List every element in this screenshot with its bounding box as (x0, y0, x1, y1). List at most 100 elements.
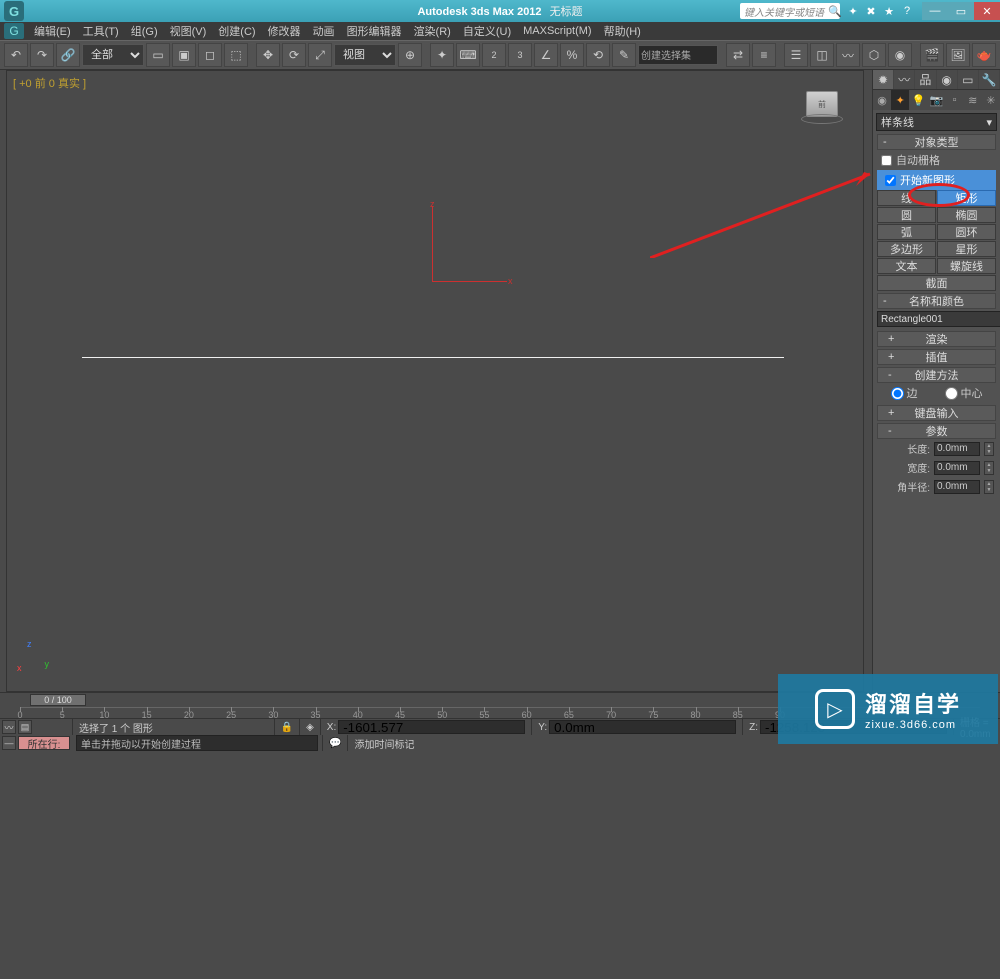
link-button[interactable]: 🔗 (56, 43, 80, 67)
mirror-button[interactable]: ⇄ (726, 43, 750, 67)
rollout-name-color[interactable]: -名称和颜色 (877, 293, 996, 309)
favorite-icon[interactable]: ★ (881, 3, 897, 19)
display-tab-icon[interactable]: ▭ (958, 70, 979, 89)
menu-graph-editors[interactable]: 图形编辑器 (343, 23, 406, 39)
select-object-button[interactable]: ▭ (146, 43, 170, 67)
render-setup-button[interactable]: 🎬 (920, 43, 944, 67)
rollout-object-type[interactable]: -对象类型 (877, 134, 996, 150)
edit-named-sel-button[interactable]: ✎ (612, 43, 636, 67)
select-by-name-button165[interactable]: ▣ (172, 43, 196, 67)
close-button[interactable]: ✕ (974, 2, 1000, 20)
spacewarps-icon[interactable]: ≋ (964, 90, 982, 110)
hierarchy-tab-icon[interactable]: 品 (915, 70, 936, 89)
method-edge-radio[interactable]: 边 (891, 385, 918, 401)
menu-modifiers[interactable]: 修改器 (264, 23, 305, 39)
exchange-icon[interactable]: ✖ (863, 3, 879, 19)
ngon-button[interactable]: 多边形 (877, 241, 936, 257)
viewcube-ring[interactable] (801, 114, 843, 124)
corner-radius-spinner[interactable] (934, 480, 980, 494)
app-logo-icon[interactable]: G (4, 1, 24, 21)
rollout-parameters[interactable]: -参数 (877, 423, 996, 439)
corner-radius-spinner-arrows[interactable]: ▲▼ (984, 480, 994, 494)
menu-group[interactable]: 组(G) (127, 23, 162, 39)
undo-button[interactable]: ↶ (4, 43, 28, 67)
schematic-view-button[interactable]: ⬡ (862, 43, 886, 67)
named-selection-input[interactable]: 创建选择集 (638, 45, 718, 65)
material-editor-button[interactable]: ◉ (888, 43, 912, 67)
coord-x-input[interactable] (338, 720, 525, 734)
rendered-frame-button[interactable]: 🖼 (946, 43, 970, 67)
helix-button[interactable]: 螺旋线 (937, 258, 996, 274)
macro-rec-icon[interactable]: ▤ (18, 720, 32, 734)
minimize-button[interactable]: — (922, 2, 948, 20)
rollout-render[interactable]: +渲染 (877, 331, 996, 347)
window-crossing-button[interactable]: ⬚ (224, 43, 248, 67)
graphite-button[interactable]: ◫ (810, 43, 834, 67)
create-tab-icon[interactable]: ✹ (873, 70, 894, 89)
percent-snap-button[interactable]: % (560, 43, 584, 67)
rollout-creation-method[interactable]: -创建方法 (877, 367, 996, 383)
select-rotate-button[interactable]: ⟳ (282, 43, 306, 67)
section-button[interactable]: 截面 (877, 275, 996, 291)
menu-customize[interactable]: 自定义(U) (459, 23, 515, 39)
utilities-tab-icon[interactable]: 🔧 (979, 70, 1000, 89)
ref-coord-dropdown[interactable]: 视图 (334, 44, 396, 66)
menu-tools[interactable]: 工具(T) (79, 23, 123, 39)
redo-button[interactable]: ↷ (30, 43, 54, 67)
align-button[interactable]: ≡ (752, 43, 776, 67)
menu-animation[interactable]: 动画 (309, 23, 339, 39)
start-new-shape-checkbox[interactable] (885, 175, 896, 186)
systems-icon[interactable]: ✳ (982, 90, 1000, 110)
lock-selection-icon[interactable]: 🔒 (281, 722, 293, 733)
isolate-icon[interactable]: ◈ (306, 722, 314, 733)
shape-category-dropdown[interactable]: 样条线▾ (876, 113, 997, 131)
cameras-icon[interactable]: 📷 (927, 90, 945, 110)
donut-button[interactable]: 圆环 (937, 224, 996, 240)
add-time-tag[interactable]: 添加时间标记 (354, 736, 414, 751)
motion-tab-icon[interactable]: ◉ (937, 70, 958, 89)
keyboard-shortcut-button[interactable]: ⌨ (456, 43, 480, 67)
menu-maxscript[interactable]: MAXScript(M) (519, 25, 595, 37)
select-move-button[interactable]: ✥ (256, 43, 280, 67)
maxscript-mini-listener-icon[interactable]: 〰 (2, 720, 16, 734)
viewport[interactable]: [ +0 前 0 真实 ] 前 z x z y x (6, 70, 864, 692)
snap-toggle-3d-button[interactable]: 3 (508, 43, 532, 67)
viewcube[interactable]: 前 (801, 91, 843, 133)
line-button[interactable]: 线 (877, 190, 936, 206)
width-spinner-arrows[interactable]: ▲▼ (984, 461, 994, 475)
menu-views[interactable]: 视图(V) (166, 23, 211, 39)
select-scale-button[interactable]: ⤢ (308, 43, 332, 67)
width-spinner[interactable] (934, 461, 980, 475)
shapes-icon[interactable]: ✦ (891, 90, 909, 110)
rectangular-selection-button[interactable]: ◻ (198, 43, 222, 67)
helpers-icon[interactable]: ▫ (946, 90, 964, 110)
modify-tab-icon[interactable]: 〰 (894, 70, 915, 89)
menu-create[interactable]: 创建(C) (214, 23, 259, 39)
length-spinner[interactable] (934, 442, 980, 456)
snap-toggle-2d-button[interactable]: 2 (482, 43, 506, 67)
coord-y-input[interactable] (549, 720, 736, 734)
layer-manager-button[interactable]: ☰ (784, 43, 808, 67)
render-production-button[interactable]: 🫖 (972, 43, 996, 67)
application-menu-icon[interactable]: G (4, 23, 24, 39)
arc-button[interactable]: 弧 (877, 224, 936, 240)
maximize-button[interactable]: ▭ (948, 2, 974, 20)
angle-snap-button[interactable]: ∠ (534, 43, 558, 67)
time-slider-thumb[interactable]: 0 / 100 (30, 694, 86, 706)
spinner-snap-button[interactable]: ⟲ (586, 43, 610, 67)
comm-center-icon[interactable]: 💬 (329, 738, 341, 749)
rollout-keyboard-entry[interactable]: +键盘输入 (877, 405, 996, 421)
rollout-interpolation[interactable]: +插值 (877, 349, 996, 365)
select-manipulate-button[interactable]: ✦ (430, 43, 454, 67)
method-center-radio[interactable]: 中心 (945, 385, 983, 401)
ellipse-button[interactable]: 椭圆 (937, 207, 996, 223)
text-button[interactable]: 文本 (877, 258, 936, 274)
geometry-icon[interactable]: ◉ (873, 90, 891, 110)
object-name-input[interactable] (877, 311, 1000, 327)
rectangle-button[interactable]: 矩形 (937, 190, 996, 206)
menu-rendering[interactable]: 渲染(R) (410, 23, 455, 39)
search-icon[interactable]: 🔍 (827, 3, 843, 19)
circle-button[interactable]: 圆 (877, 207, 936, 223)
help-icon[interactable]: ? (899, 3, 915, 19)
lights-icon[interactable]: 💡 (909, 90, 927, 110)
